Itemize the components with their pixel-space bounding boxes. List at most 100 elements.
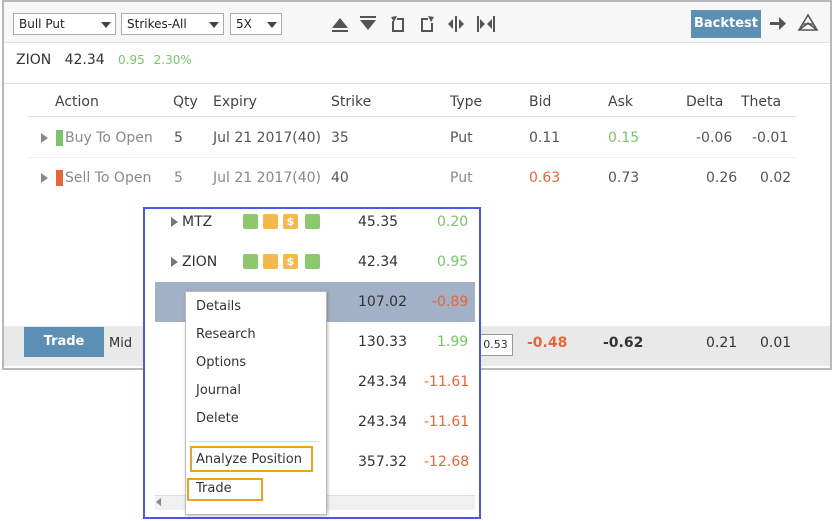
leg-expiry[interactable]: Jul 21 2017(40) — [213, 130, 321, 146]
leg-ask: 0.73 — [608, 170, 640, 186]
leg-strike[interactable]: 35 — [331, 130, 349, 146]
leg-ask: 0.15 — [608, 130, 640, 146]
arrow-right-icon[interactable] — [768, 13, 788, 33]
dollar-icon[interactable]: $ — [283, 254, 298, 269]
symbol-change: 0.95 — [118, 53, 145, 67]
leg-delta: 0.26 — [706, 170, 738, 186]
net-delta: 0.21 — [706, 335, 738, 351]
roll-right-icon[interactable] — [417, 14, 437, 34]
price-mode-label[interactable]: Mid — [109, 336, 132, 351]
leg-action[interactable]: Sell To Open — [65, 170, 151, 186]
chart-icon[interactable] — [243, 254, 258, 269]
sell-color-marker — [56, 170, 63, 186]
leg-type: Put — [450, 130, 473, 146]
watchlist-price: 243.34 — [358, 414, 407, 430]
expand-arrow-icon[interactable] — [171, 257, 178, 267]
divider — [4, 83, 830, 84]
symbol-change-pct: 2.30% — [153, 53, 192, 67]
chevron-down-icon — [267, 22, 277, 28]
watchlist-change: -11.61 — [424, 374, 470, 390]
expand-arrow-icon[interactable] — [41, 173, 48, 183]
leg-bid: 0.63 — [529, 170, 561, 186]
watchlist-change: -0.89 — [432, 294, 469, 310]
strikes-select[interactable]: Strikes-All — [121, 13, 224, 35]
menu-item-research[interactable]: Research — [196, 327, 256, 342]
strategy-select-value: Bull Put — [19, 17, 65, 31]
watchlist-change: -11.61 — [424, 414, 470, 430]
menu-divider — [190, 441, 320, 442]
buy-color-marker — [56, 130, 63, 146]
net-bid: -0.48 — [527, 335, 568, 351]
watchlist-change: 1.99 — [437, 334, 469, 350]
divider — [28, 157, 796, 158]
watchlist-price: 243.34 — [358, 374, 407, 390]
move-down-icon[interactable] — [358, 14, 378, 34]
header-strike: Strike — [331, 94, 372, 110]
dollar-icon[interactable]: $ — [283, 214, 298, 229]
watchlist-change: 0.20 — [437, 214, 469, 230]
circle-icon[interactable] — [263, 254, 278, 269]
circle-icon[interactable] — [263, 214, 278, 229]
watchlist-price: 45.35 — [358, 214, 399, 230]
net-ask: -0.62 — [603, 335, 644, 351]
leg-qty[interactable]: 5 — [174, 170, 183, 186]
limit-price-input[interactable]: 0.53 — [478, 334, 513, 356]
multiplier-select-value: 5X — [236, 17, 252, 31]
chevron-down-icon — [101, 22, 111, 28]
leg-theta: 0.02 — [760, 170, 792, 186]
strikes-select-value: Strikes-All — [127, 17, 187, 31]
leg-strike[interactable]: 40 — [331, 170, 349, 186]
symbol-line: ZION 42.34 0.95 2.30% — [16, 52, 192, 68]
leg-theta: -0.01 — [752, 130, 789, 146]
header-action: Action — [55, 94, 99, 110]
watchlist-change: 0.95 — [437, 254, 469, 270]
watchlist-symbol[interactable]: MTZ — [182, 214, 212, 230]
header-type: Type — [450, 94, 483, 110]
menu-item-analyze-position[interactable]: Analyze Position — [196, 452, 302, 467]
move-up-icon[interactable] — [330, 14, 350, 34]
header-ask: Ask — [608, 94, 633, 110]
bars-icon[interactable] — [305, 254, 320, 269]
widen-strikes-icon[interactable] — [476, 14, 496, 34]
menu-item-options[interactable]: Options — [196, 355, 246, 370]
expand-arrow-icon[interactable] — [171, 217, 178, 227]
divider — [28, 116, 796, 117]
watchlist-price: 130.33 — [358, 334, 407, 350]
narrow-strikes-icon[interactable] — [446, 14, 466, 34]
symbol-ticker: ZION — [16, 52, 52, 68]
leg-bid: 0.11 — [529, 130, 561, 146]
header-expiry: Expiry — [213, 94, 257, 110]
watchlist-price: 42.34 — [358, 254, 399, 270]
leg-delta: -0.06 — [696, 130, 733, 146]
chevron-down-icon — [209, 22, 219, 28]
watchlist-price: 357.32 — [358, 454, 407, 470]
trade-button[interactable]: Trade — [24, 327, 104, 357]
leg-qty[interactable]: 5 — [174, 130, 183, 146]
watchlist-symbol[interactable]: ZION — [182, 254, 217, 270]
roll-left-icon[interactable] — [388, 14, 408, 34]
leg-action[interactable]: Buy To Open — [65, 130, 153, 146]
strategy-select[interactable]: Bull Put — [13, 13, 116, 35]
net-theta: 0.01 — [760, 335, 792, 351]
bars-icon[interactable] — [305, 214, 320, 229]
watchlist-row[interactable]: ZION $ 42.34 0.95 — [155, 242, 475, 282]
header-bid: Bid — [529, 94, 552, 110]
expand-arrow-icon[interactable] — [41, 133, 48, 143]
chart-icon[interactable] — [243, 214, 258, 229]
watchlist-change: -12.68 — [424, 454, 470, 470]
watchlist-row[interactable]: MTZ $ 45.35 0.20 — [155, 202, 475, 242]
header-qty: Qty — [173, 94, 198, 110]
strategy-analyze-icon[interactable] — [797, 12, 819, 34]
menu-item-trade[interactable]: Trade — [196, 481, 232, 496]
watchlist-price: 107.02 — [358, 294, 407, 310]
header-theta: Theta — [741, 94, 782, 110]
leg-expiry[interactable]: Jul 21 2017(40) — [213, 170, 321, 186]
menu-item-delete[interactable]: Delete — [196, 411, 239, 426]
menu-item-details[interactable]: Details — [196, 299, 241, 314]
leg-type: Put — [450, 170, 473, 186]
scroll-left-icon[interactable] — [156, 498, 161, 506]
backtest-button[interactable]: Backtest — [691, 10, 761, 38]
multiplier-select[interactable]: 5X — [230, 13, 282, 35]
header-delta: Delta — [686, 94, 724, 110]
menu-item-journal[interactable]: Journal — [196, 383, 241, 398]
